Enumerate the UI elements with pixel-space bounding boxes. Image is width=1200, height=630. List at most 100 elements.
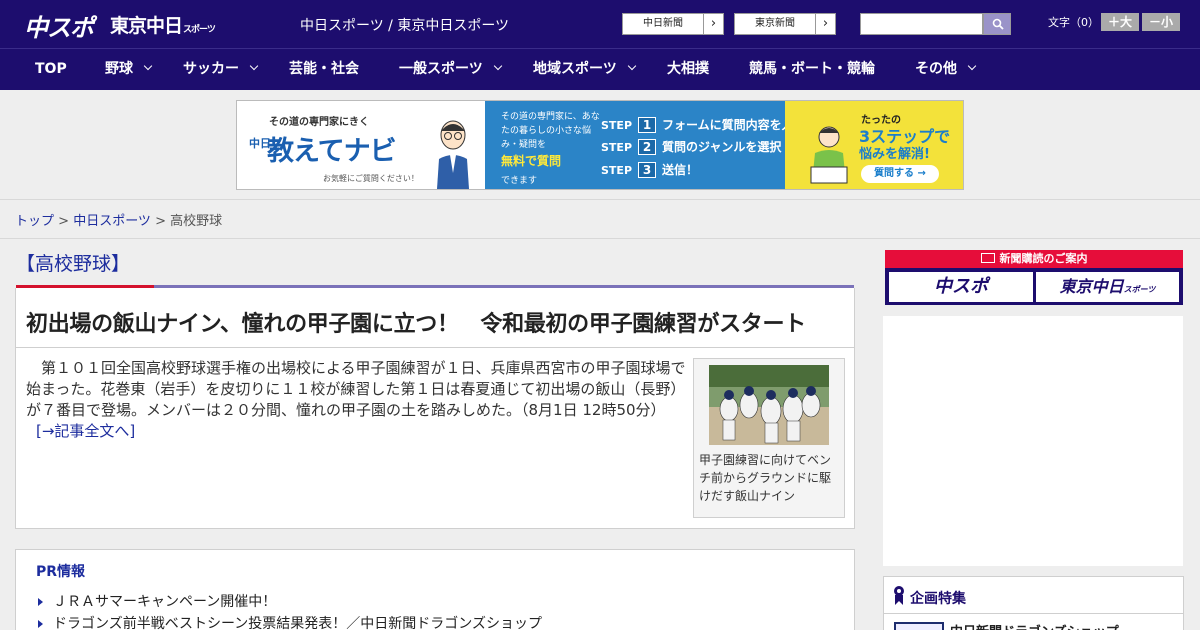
featured-specials-title: 企画特集 <box>910 591 966 607</box>
nav-item-regional-sports[interactable]: 地域スポーツ <box>533 49 636 91</box>
breadcrumb-current: 高校野球 <box>170 214 223 229</box>
newspaper-icon <box>980 253 995 263</box>
nav-label: TOP <box>35 61 67 77</box>
category-title: 【高校野球】 <box>16 253 131 275</box>
tokyo-shimbun-link[interactable]: 東京新聞 › <box>734 13 836 35</box>
advisor-illustration-icon <box>437 120 469 189</box>
chuspo-logo[interactable]: 中スポ <box>24 8 94 43</box>
article-body-text: 第１０１回全国高校野球選手権の出場校による甲子園練習が１日、兵庫県西宮市の甲子園… <box>26 359 686 419</box>
ribbon-badge-icon <box>894 586 904 605</box>
banner-brand-panel: その道の専門家にきく 中日 教えてナビ お気軽にご質問ください！ <box>237 101 485 189</box>
nav-item-general-sports[interactable]: 一般スポーツ <box>399 49 502 91</box>
pr-item-text: ＪＲＡサマーキャンペーン開催中！ <box>53 594 277 610</box>
breadcrumb-top-link[interactable]: トップ <box>15 214 54 229</box>
step-number: 1 <box>638 117 657 133</box>
step-prefix: STEP <box>601 164 633 177</box>
divider <box>16 347 854 348</box>
nav-item-racing[interactable]: 競馬・ボート・競輪 <box>749 49 875 91</box>
nav-item-other[interactable]: その他 <box>915 49 977 91</box>
oshiete-navi-banner[interactable]: その道の専門家にきく 中日 教えてナビ お気軽にご質問ください！ その道の専門家… <box>236 100 964 190</box>
breadcrumb: トップ > 中日スポーツ > 高校野球 <box>15 210 222 229</box>
tokyo-chunichi-logo[interactable]: 東京中日スポーツ <box>110 11 216 38</box>
chunichi-shimbun-label: 中日新聞 <box>643 18 683 29</box>
banner-mid-suffix: できます <box>501 176 538 186</box>
banner-area: その道の専門家にきく 中日 教えてナビ お気軽にご質問ください！ その道の専門家… <box>0 90 1200 200</box>
subscription-heading-text: 新聞購読のご案内 <box>999 252 1088 265</box>
banner-brand-name: 教えてナビ <box>267 136 397 167</box>
chevron-down-icon <box>967 61 977 71</box>
search-input[interactable] <box>860 13 983 35</box>
chevron-down-icon <box>249 61 259 71</box>
chevron-right-icon: › <box>815 14 835 34</box>
banner-step-3: STEP 3 送信！ <box>601 161 698 179</box>
banner-free-question: 無料で質問 <box>501 154 562 168</box>
main-nav: TOP 野球 サッカー 芸能・社会 一般スポーツ 地域スポーツ 大相撲 競馬・ボ… <box>0 48 1200 90</box>
article-summary: 第１０１回全国高校野球選手権の出場校による甲子園練習が１日、兵庫県西宮市の甲子園… <box>26 358 686 442</box>
chevron-right-icon: › <box>703 14 723 34</box>
nav-label: 野球 <box>105 61 133 77</box>
subscription-box: 新聞購読のご案内 中スポ 東京中日スポーツ <box>885 250 1183 305</box>
banner-step-2: STEP 2 質問のジャンルを選択 <box>601 138 781 156</box>
article-title[interactable]: 初出場の飯山ナイン、憧れの甲子園に立つ！ 令和最初の甲子園練習がスタート <box>26 306 806 338</box>
step-text: 送信！ <box>662 163 699 177</box>
article-photo-box: 甲子園練習に向けてベンチ前からグラウンドに駆けだす飯山ナイン <box>693 358 845 518</box>
nav-item-soccer[interactable]: サッカー <box>183 49 259 91</box>
breadcrumb-sep: > <box>150 214 171 229</box>
chunichi-shimbun-link[interactable]: 中日新聞 › <box>622 13 724 35</box>
read-full-article-link[interactable]: [→記事全文へ] <box>36 422 135 440</box>
chevron-down-icon <box>143 61 153 71</box>
nav-label: 競馬・ボート・競輪 <box>749 61 875 77</box>
nav-label: 大相撲 <box>667 61 709 77</box>
step-prefix: STEP <box>601 141 633 154</box>
step-text: 質問のジャンルを選択 <box>662 140 782 154</box>
dragons-shop-thumbnail[interactable] <box>894 622 944 630</box>
nav-label: 地域スポーツ <box>533 61 617 77</box>
pr-item-text: ドラゴンズ前半戦ベストシーン投票結果発表！／中日新聞ドラゴンズショップ <box>53 616 543 630</box>
subscribe-chuspo-button[interactable]: 中スポ <box>889 272 1033 302</box>
nav-label: サッカー <box>183 61 239 77</box>
subscribe-tokyo-text: 東京中日 <box>1059 277 1124 296</box>
banner-ask-button[interactable]: 質問する → <box>861 165 939 183</box>
nav-item-baseball[interactable]: 野球 <box>105 49 153 91</box>
site-caption: 中日スポーツ / 東京中日スポーツ <box>300 18 510 34</box>
tokyo-logo-text: 東京中日 <box>110 15 183 37</box>
step-prefix: STEP <box>601 119 633 132</box>
article-card: 初出場の飯山ナイン、憧れの甲子園に立つ！ 令和最初の甲子園練習がスタート 第１０… <box>15 288 855 529</box>
subscribe-tokyo-chunichi-button[interactable]: 東京中日スポーツ <box>1036 272 1179 302</box>
nav-label: その他 <box>915 61 957 77</box>
subscription-heading: 新聞購読のご案内 <box>885 250 1183 268</box>
search-icon <box>992 18 1004 30</box>
pr-item[interactable]: ドラゴンズ前半戦ベストシーン投票結果発表！／中日新聞ドラゴンズショップ <box>38 613 542 630</box>
banner-cta-panel: たったの 3ステップで 悩みを解消! 質問する → <box>785 101 963 189</box>
nav-label: 一般スポーツ <box>399 61 483 77</box>
chevron-down-icon <box>493 61 502 71</box>
step-number: 3 <box>638 162 657 178</box>
dragons-shop-link[interactable]: 中日新聞ドラゴンズショップ <box>950 621 1119 630</box>
person-laptop-icon <box>810 126 848 184</box>
search-button[interactable] <box>983 13 1011 35</box>
article-photo[interactable] <box>709 365 829 445</box>
banner-brand-note: お気軽にご質問ください！ <box>323 174 419 183</box>
breadcrumb-sep: > <box>54 214 74 229</box>
font-smaller-button[interactable]: －小 <box>1142 13 1180 31</box>
nav-label: 芸能・社会 <box>289 61 359 77</box>
pr-item[interactable]: ＪＲＡサマーキャンペーン開催中！ <box>38 591 276 611</box>
nav-item-entertainment[interactable]: 芸能・社会 <box>289 49 359 91</box>
banner-steps-panel: その道の専門家に、あなたの暮らしの小さな悩み・疑問を 無料で質問 できます ST… <box>485 101 806 189</box>
baseball-players-photo <box>709 365 829 445</box>
triangle-bullet-icon <box>38 620 43 628</box>
banner-tagline: その道の専門家にきく <box>269 117 369 128</box>
divider <box>884 613 1183 614</box>
font-size-label: 文字（0） <box>1048 16 1099 29</box>
breadcrumb-section-link[interactable]: 中日スポーツ <box>73 214 151 229</box>
banner-right-sub: 悩みを解消! <box>859 147 930 162</box>
pr-title: PR情報 <box>36 564 86 580</box>
tokyo-logo-suffix: スポーツ <box>183 25 216 35</box>
font-larger-button[interactable]: ＋大 <box>1101 13 1139 31</box>
chevron-down-icon <box>627 61 636 71</box>
nav-item-top[interactable]: TOP <box>35 49 67 91</box>
featured-specials-box: 企画特集 中日新聞ドラゴンズショップ <box>883 576 1184 630</box>
banner-mid-text: その道の専門家に、あなたの暮らしの小さな悩み・疑問を <box>501 112 600 150</box>
site-header: 中スポ 東京中日スポーツ 中日スポーツ / 東京中日スポーツ 中日新聞 › 東京… <box>0 0 1200 48</box>
nav-item-sumo[interactable]: 大相撲 <box>667 49 709 91</box>
